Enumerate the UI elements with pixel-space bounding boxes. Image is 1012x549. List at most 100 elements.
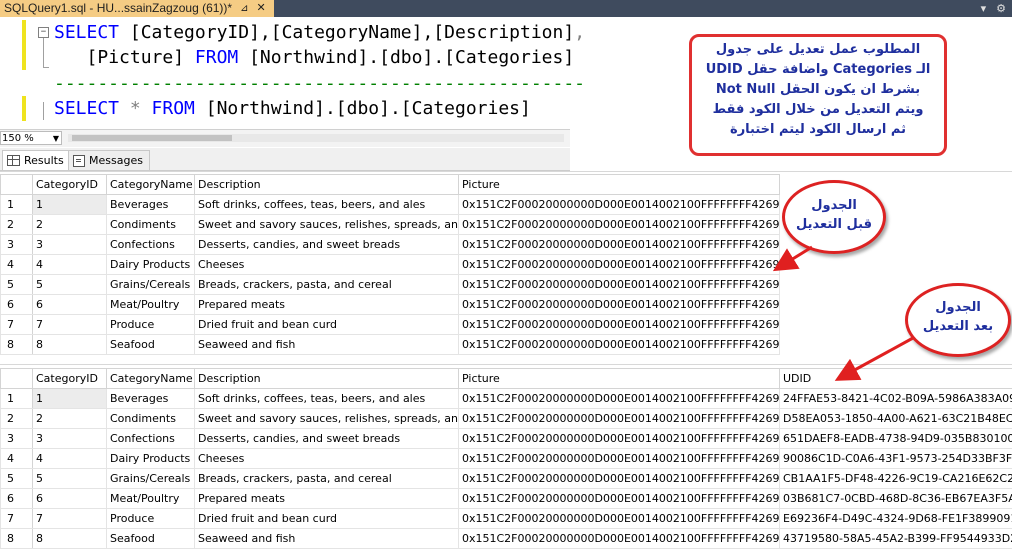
grid-cell[interactable]: 0x151C2F00020000000D000E0014002100FFFFFF… xyxy=(459,429,780,449)
close-icon[interactable]: ✕ xyxy=(256,0,265,17)
table-row[interactable]: 77ProduceDried fruit and bean curd0x151C… xyxy=(1,509,1012,529)
table-row[interactable]: 33ConfectionsDesserts, candies, and swee… xyxy=(1,429,1012,449)
grid-cell[interactable]: Seaweed and fish xyxy=(195,529,459,549)
row-number[interactable]: 5 xyxy=(1,469,33,489)
settings-icon[interactable]: ⚙ xyxy=(996,0,1006,17)
grid-cell[interactable]: Soft drinks, coffees, teas, beers, and a… xyxy=(195,389,459,409)
grid-cell[interactable]: 0x151C2F00020000000D000E0014002100FFFFFF… xyxy=(459,295,780,315)
table-row[interactable]: 11BeveragesSoft drinks, coffees, teas, b… xyxy=(1,389,1012,409)
tab-results[interactable]: Results xyxy=(2,150,71,170)
table-row[interactable]: 77ProduceDried fruit and bean curd0x151C… xyxy=(1,315,780,335)
grid-cell[interactable]: Breads, crackers, pasta, and cereal xyxy=(195,469,459,489)
row-number[interactable]: 8 xyxy=(1,335,33,355)
grid-cell[interactable]: Cheeses xyxy=(195,255,459,275)
column-header[interactable]: Description xyxy=(195,175,459,195)
row-number[interactable]: 3 xyxy=(1,429,33,449)
grid-cell[interactable]: Dairy Products xyxy=(107,449,195,469)
grid-cell[interactable]: 3 xyxy=(33,235,107,255)
grid-cell[interactable]: 4 xyxy=(33,449,107,469)
grid-cell[interactable]: Dried fruit and bean curd xyxy=(195,315,459,335)
column-header[interactable]: UDID xyxy=(780,369,1012,389)
row-number[interactable]: 4 xyxy=(1,449,33,469)
grid-cell[interactable]: CB1AA1F5-DF48-4226-9C19-CA216E62C253 xyxy=(780,469,1012,489)
grid-cell[interactable]: 0x151C2F00020000000D000E0014002100FFFFFF… xyxy=(459,195,780,215)
row-number[interactable]: 3 xyxy=(1,235,33,255)
query-tab[interactable]: SQLQuery1.sql - HU...ssainZagzoug (61))*… xyxy=(0,0,274,17)
scrollbar-thumb[interactable] xyxy=(72,135,232,141)
grid-cell[interactable]: Seafood xyxy=(107,335,195,355)
grid-cell[interactable]: Condiments xyxy=(107,409,195,429)
row-number[interactable]: 1 xyxy=(1,389,33,409)
table-row[interactable]: 11BeveragesSoft drinks, coffees, teas, b… xyxy=(1,195,780,215)
grid-cell[interactable]: 2 xyxy=(33,409,107,429)
grid-cell[interactable]: Desserts, candies, and sweet breads xyxy=(195,429,459,449)
horizontal-scrollbar[interactable] xyxy=(68,134,564,142)
results-grid-before[interactable]: CategoryIDCategoryNameDescriptionPicture… xyxy=(0,174,780,355)
grid-cell[interactable]: 24FFAE53-8421-4C02-B09A-5986A383A09F xyxy=(780,389,1012,409)
grid-cell[interactable]: 8 xyxy=(33,529,107,549)
grid-cell[interactable]: 0x151C2F00020000000D000E0014002100FFFFFF… xyxy=(459,335,780,355)
grid-cell[interactable]: 0x151C2F00020000000D000E0014002100FFFFFF… xyxy=(459,275,780,295)
grid-cell[interactable]: Beverages xyxy=(107,195,195,215)
grid-cell[interactable]: Dairy Products xyxy=(107,255,195,275)
grid-cell[interactable]: 0x151C2F00020000000D000E0014002100FFFFFF… xyxy=(459,389,780,409)
grid-cell[interactable]: 90086C1D-C0A6-43F1-9573-254D33BF3F8D xyxy=(780,449,1012,469)
grid-cell[interactable]: 651DAEF8-EADB-4738-94D9-035B83010037 xyxy=(780,429,1012,449)
row-number[interactable]: 7 xyxy=(1,315,33,335)
grid-cell[interactable]: 0x151C2F00020000000D000E0014002100FFFFFF… xyxy=(459,489,780,509)
table-row[interactable]: 44Dairy ProductsCheeses0x151C2F000200000… xyxy=(1,449,1012,469)
row-number[interactable]: 1 xyxy=(1,195,33,215)
table-row[interactable]: 66Meat/PoultryPrepared meats0x151C2F0002… xyxy=(1,489,1012,509)
row-number[interactable]: 4 xyxy=(1,255,33,275)
grid-cell[interactable]: Breads, crackers, pasta, and cereal xyxy=(195,275,459,295)
grid-cell[interactable]: Desserts, candies, and sweet breads xyxy=(195,235,459,255)
grid-cell[interactable]: 0x151C2F00020000000D000E0014002100FFFFFF… xyxy=(459,215,780,235)
grid-cell[interactable]: Confections xyxy=(107,235,195,255)
column-header[interactable]: Picture xyxy=(459,175,780,195)
pin-icon[interactable]: ⊿ xyxy=(240,0,248,17)
grid-cell[interactable]: Cheeses xyxy=(195,449,459,469)
grid-cell[interactable]: Meat/Poultry xyxy=(107,295,195,315)
grid-cell[interactable]: 0x151C2F00020000000D000E0014002100FFFFFF… xyxy=(459,509,780,529)
grid-cell[interactable]: Dried fruit and bean curd xyxy=(195,509,459,529)
grid-cell[interactable]: 0x151C2F00020000000D000E0014002100FFFFFF… xyxy=(459,315,780,335)
grid-cell[interactable]: 5 xyxy=(33,469,107,489)
row-number[interactable]: 2 xyxy=(1,409,33,429)
grid-cell[interactable]: 3 xyxy=(33,429,107,449)
row-number-header[interactable] xyxy=(1,175,33,195)
grid-cell[interactable]: Grains/Cereals xyxy=(107,275,195,295)
grid-cell[interactable]: Prepared meats xyxy=(195,295,459,315)
row-number[interactable]: 7 xyxy=(1,509,33,529)
grid-cell[interactable]: Grains/Cereals xyxy=(107,469,195,489)
grid-cell[interactable]: 0x151C2F00020000000D000E0014002100FFFFFF… xyxy=(459,255,780,275)
grid-cell[interactable]: 6 xyxy=(33,295,107,315)
table-row[interactable]: 66Meat/PoultryPrepared meats0x151C2F0002… xyxy=(1,295,780,315)
grid-cell[interactable]: Condiments xyxy=(107,215,195,235)
row-number[interactable]: 5 xyxy=(1,275,33,295)
grid-cell[interactable]: 0x151C2F00020000000D000E0014002100FFFFFF… xyxy=(459,469,780,489)
table-row[interactable]: 55Grains/CerealsBreads, crackers, pasta,… xyxy=(1,275,780,295)
grid-cell[interactable]: 0x151C2F00020000000D000E0014002100FFFFFF… xyxy=(459,449,780,469)
grid-cell[interactable]: Soft drinks, coffees, teas, beers, and a… xyxy=(195,195,459,215)
grid-cell[interactable]: 2 xyxy=(33,215,107,235)
table-row[interactable]: 88SeafoodSeaweed and fish0x151C2F0002000… xyxy=(1,529,1012,549)
column-header[interactable]: Picture xyxy=(459,369,780,389)
grid-cell[interactable]: 0x151C2F00020000000D000E0014002100FFFFFF… xyxy=(459,409,780,429)
collapse-icon[interactable]: − xyxy=(38,27,49,38)
column-header[interactable]: Description xyxy=(195,369,459,389)
grid-cell[interactable]: Sweet and savory sauces, relishes, sprea… xyxy=(195,215,459,235)
grid-cell[interactable]: E69236F4-D49C-4324-9D68-FE1F38990919 xyxy=(780,509,1012,529)
table-row[interactable]: 88SeafoodSeaweed and fish0x151C2F0002000… xyxy=(1,335,780,355)
tab-messages[interactable]: Messages xyxy=(68,150,150,170)
table-row[interactable]: 55Grains/CerealsBreads, crackers, pasta,… xyxy=(1,469,1012,489)
grid-cell[interactable]: 1 xyxy=(33,389,107,409)
grid-cell[interactable]: Produce xyxy=(107,315,195,335)
grid-cell[interactable]: Produce xyxy=(107,509,195,529)
row-number[interactable]: 6 xyxy=(1,489,33,509)
grid-cell[interactable]: Seafood xyxy=(107,529,195,549)
grid-cell[interactable]: 4 xyxy=(33,255,107,275)
grid-cell[interactable]: 0x151C2F00020000000D000E0014002100FFFFFF… xyxy=(459,235,780,255)
table-row[interactable]: 44Dairy ProductsCheeses0x151C2F000200000… xyxy=(1,255,780,275)
grid-cell[interactable]: 8 xyxy=(33,335,107,355)
grid-cell[interactable]: Seaweed and fish xyxy=(195,335,459,355)
